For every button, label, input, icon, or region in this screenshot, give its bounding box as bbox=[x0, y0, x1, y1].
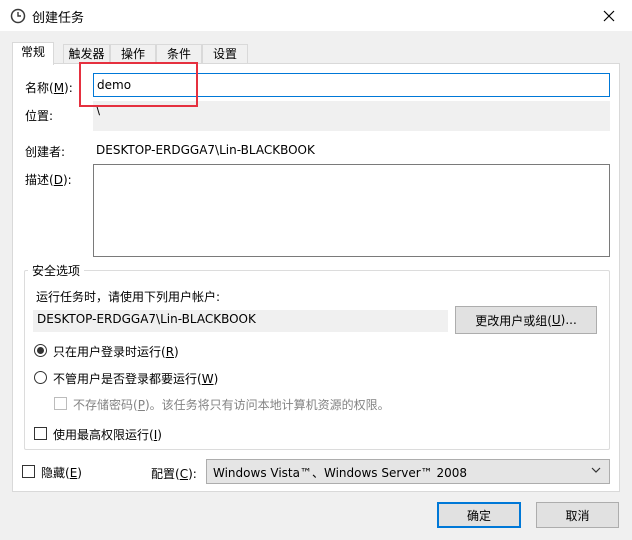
tab-conditions[interactable]: 条件 bbox=[156, 44, 202, 64]
close-button[interactable] bbox=[586, 0, 632, 31]
location-value: \ bbox=[93, 101, 610, 131]
config-select[interactable]: Windows Vista™、Windows Server™ 2008 bbox=[206, 459, 610, 484]
name-label: 名称(M): bbox=[25, 81, 73, 95]
window-title: 创建任务 bbox=[32, 11, 85, 26]
radio-run-whether-logged-on-label[interactable]: 不管用户是否登录都要运行(W) bbox=[53, 370, 218, 387]
author-label: 创建者: bbox=[25, 145, 66, 159]
description-label: 描述(D): bbox=[25, 173, 72, 187]
location-label: 位置: bbox=[25, 109, 54, 123]
change-user-button[interactable]: 更改用户或组(U)... bbox=[455, 306, 597, 334]
tab-triggers[interactable]: 触发器 bbox=[63, 44, 110, 64]
no-store-password-label: 不存储密码(P)。该任务将只有访问本地计算机资源的权限。 bbox=[73, 398, 390, 412]
user-account-value: DESKTOP-ERDGGA7\Lin-BLACKBOOK bbox=[33, 310, 448, 332]
highest-privileges-checkbox[interactable] bbox=[34, 427, 47, 440]
author-value: DESKTOP-ERDGGA7\Lin-BLACKBOOK bbox=[96, 143, 315, 157]
hidden-label[interactable]: 隐藏(E) bbox=[41, 464, 82, 481]
clock-icon bbox=[10, 8, 26, 24]
no-store-password-checkbox[interactable] bbox=[54, 397, 67, 410]
chevron-down-icon bbox=[591, 467, 601, 473]
security-group-title: 安全选项 bbox=[28, 262, 85, 279]
tab-general[interactable]: 常规 bbox=[12, 42, 54, 65]
tab-actions[interactable]: 操作 bbox=[110, 44, 156, 64]
description-textarea[interactable] bbox=[93, 164, 610, 257]
ok-button[interactable]: 确定 bbox=[437, 502, 521, 528]
title-bar: 创建任务 bbox=[0, 0, 632, 31]
close-icon bbox=[603, 10, 615, 21]
cancel-button[interactable]: 取消 bbox=[536, 502, 619, 528]
config-label: 配置(C): bbox=[151, 467, 197, 481]
highest-privileges-label[interactable]: 使用最高权限运行(I) bbox=[53, 426, 162, 443]
radio-run-when-logged-on[interactable] bbox=[34, 344, 47, 357]
config-selected-value: Windows Vista™、Windows Server™ 2008 bbox=[213, 466, 468, 480]
hidden-checkbox[interactable] bbox=[22, 465, 35, 478]
radio-run-whether-logged-on[interactable] bbox=[34, 371, 47, 384]
tab-settings[interactable]: 设置 bbox=[202, 44, 248, 64]
name-input[interactable] bbox=[93, 73, 610, 97]
radio-run-when-logged-on-label[interactable]: 只在用户登录时运行(R) bbox=[53, 343, 179, 360]
run-as-text: 运行任务时，请使用下列用户帐户: bbox=[36, 290, 221, 304]
